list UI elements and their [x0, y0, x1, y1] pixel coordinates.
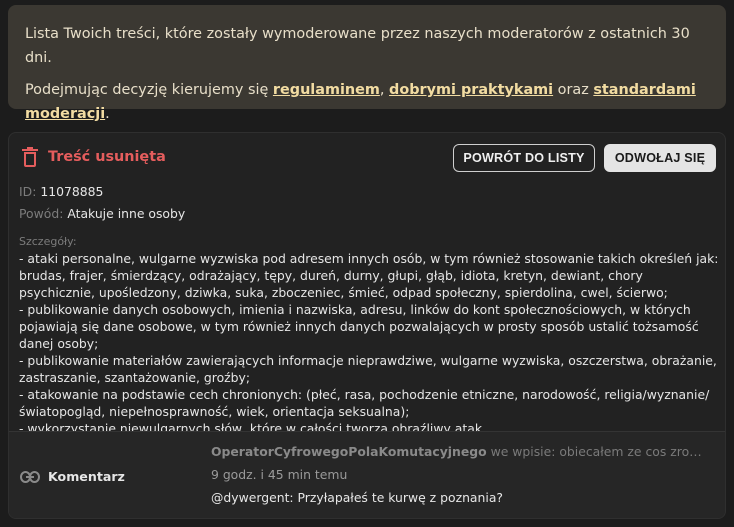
removal-reason: Powód: Atakuje inne osoby: [19, 206, 186, 221]
details-section: Szczegóły: - ataki personalne, wulgarne …: [19, 233, 719, 437]
card-header: Treść usunięta POWRÓT DO LISTY ODWOŁAJ S…: [9, 133, 725, 183]
content-id: ID: 11078885: [19, 184, 104, 199]
good-practices-link[interactable]: dobrymi praktykami: [389, 82, 553, 98]
details-line: - publikowanie danych osobowych, imienia…: [19, 302, 699, 351]
details-label: Szczegóły:: [19, 235, 77, 248]
status-text: Treść usunięta: [48, 149, 166, 165]
details-line: - atakowanie na podstawie cech chroniony…: [19, 387, 710, 419]
link-icon: [20, 470, 40, 483]
details-line: - publikowanie materiałów zawierających …: [19, 353, 717, 385]
moderation-card: Treść usunięta POWRÓT DO LISTY ODWOŁAJ S…: [8, 132, 726, 519]
comment-time: 9 godz. i 45 min temu: [211, 467, 348, 482]
content-type-label: Komentarz: [48, 469, 125, 484]
comment-text: @dywergent: Przyłapałeś te kurwę z pozna…: [211, 490, 503, 505]
moderation-notice: Lista Twoich treści, które zostały wymod…: [8, 5, 726, 122]
back-to-list-button[interactable]: POWRÓT DO LISTY: [453, 144, 595, 172]
appeal-button[interactable]: ODWOŁAJ SIĘ: [604, 144, 716, 172]
content-type: Komentarz: [20, 469, 125, 484]
details-line: - ataki personalne, wulgarne wyzwiska po…: [19, 251, 719, 300]
comment-context[interactable]: we wpisie: obiecałem ze cos zrobie ze 2 …: [487, 444, 709, 459]
removed-comment: Komentarz OperatorCyfrowegoPolaKomutacyj…: [9, 431, 725, 518]
comment-body: OperatorCyfrowegoPolaKomutacyjnego we wp…: [211, 444, 711, 505]
rules-link[interactable]: regulaminem: [273, 82, 380, 98]
status-badge: Treść usunięta: [22, 147, 166, 167]
notice-intro: Lista Twoich treści, które zostały wymod…: [25, 26, 690, 66]
comment-author[interactable]: OperatorCyfrowegoPolaKomutacyjnego: [211, 444, 487, 459]
trash-icon: [22, 147, 38, 167]
comment-source: OperatorCyfrowegoPolaKomutacyjnego we wp…: [211, 444, 709, 459]
notice-policy: Podejmując decyzję kierujemy się regulam…: [25, 82, 696, 122]
